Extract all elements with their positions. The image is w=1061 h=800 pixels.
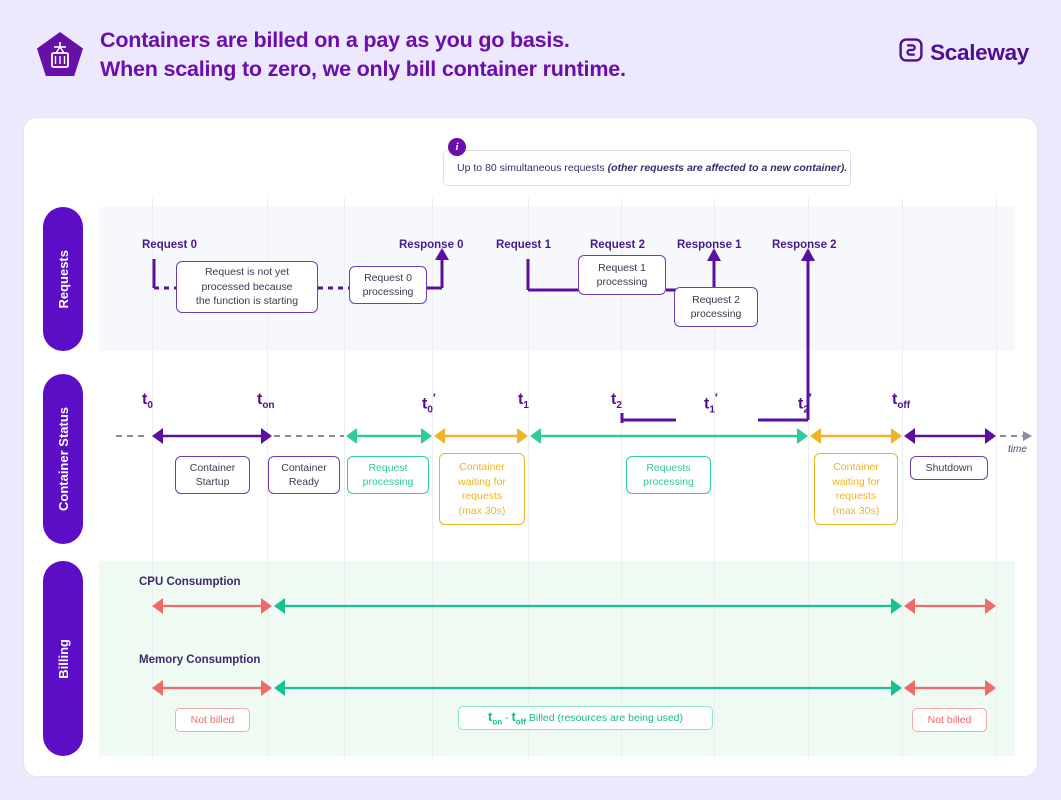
billing-track-label: Memory Consumption [139, 654, 261, 666]
billing-tag: Not billed [912, 708, 987, 732]
brand-name: Scaleway [930, 39, 1029, 65]
billing-track-label: CPU Consumption [139, 576, 241, 588]
page-title: Containers are billed on a pay as you go… [100, 28, 626, 81]
scaleway-mark-icon [899, 38, 923, 67]
billing-tag: Not billed [175, 708, 250, 732]
billing-tag: ton - toff Billed (resources are being u… [458, 706, 713, 730]
diagram-panel: Up to 80 simultaneous requests (other re… [23, 117, 1038, 777]
brand-logo: Scaleway [899, 38, 1029, 67]
billing-labels-layer: CPU Consumption Memory Consumption Not bil… [24, 118, 1039, 778]
container-crane-pentagon-icon [34, 30, 86, 82]
header: Containers are billed on a pay as you go… [34, 26, 1029, 98]
infographic-page: Containers are billed on a pay as you go… [0, 0, 1061, 800]
